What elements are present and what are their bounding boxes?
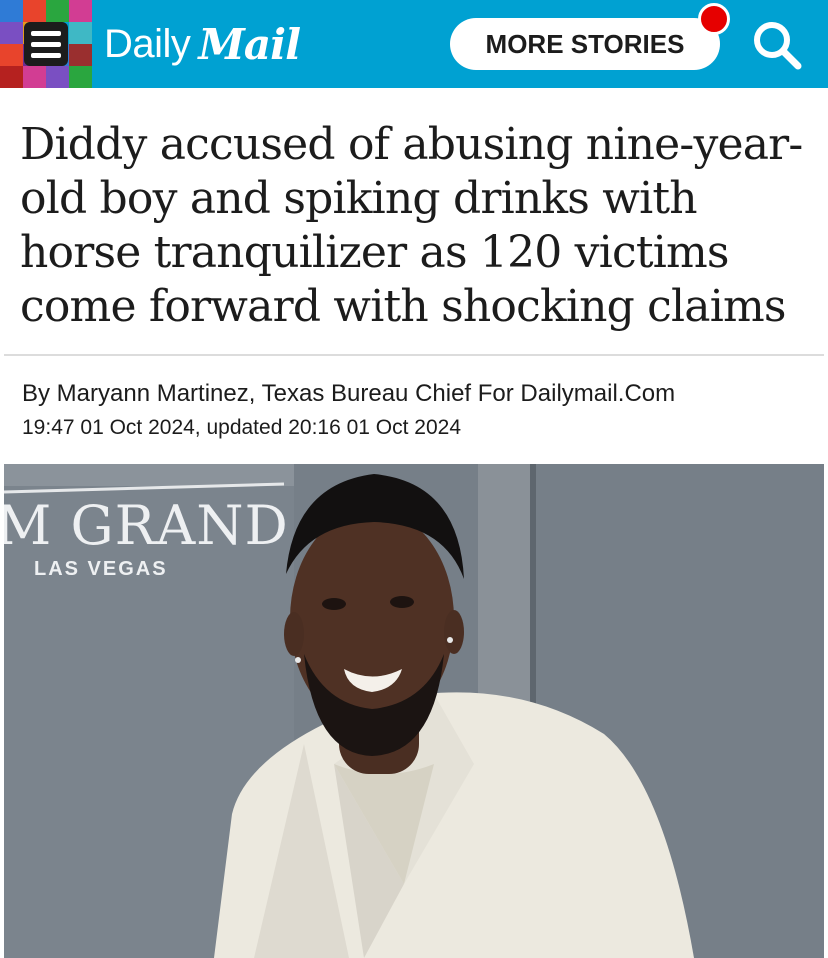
sign-text: M GRAND: [4, 494, 289, 557]
search-icon[interactable]: [748, 16, 806, 74]
notification-dot: [698, 3, 730, 35]
more-stories-button[interactable]: MORE STORIES: [450, 18, 720, 70]
logo-mail-text: Mail: [198, 19, 301, 69]
sign-subtext: LAS VEGAS: [34, 558, 168, 580]
logo-daily-text: Daily: [104, 21, 191, 66]
article-photo[interactable]: M GRAND LAS VEGAS: [4, 464, 824, 958]
article-headline: Diddy accused of abusing nine-year-old b…: [20, 119, 803, 332]
article-dateline: 19:47 01 Oct 2024, updated 20:16 01 Oct …: [22, 416, 462, 439]
menu-icon[interactable]: [24, 22, 68, 66]
site-header: Daily Mail MORE STORIES: [0, 0, 828, 88]
site-logo[interactable]: Daily Mail: [104, 16, 301, 72]
divider: [4, 354, 824, 356]
article-byline[interactable]: By Maryann Martinez, Texas Bureau Chief …: [22, 380, 812, 408]
